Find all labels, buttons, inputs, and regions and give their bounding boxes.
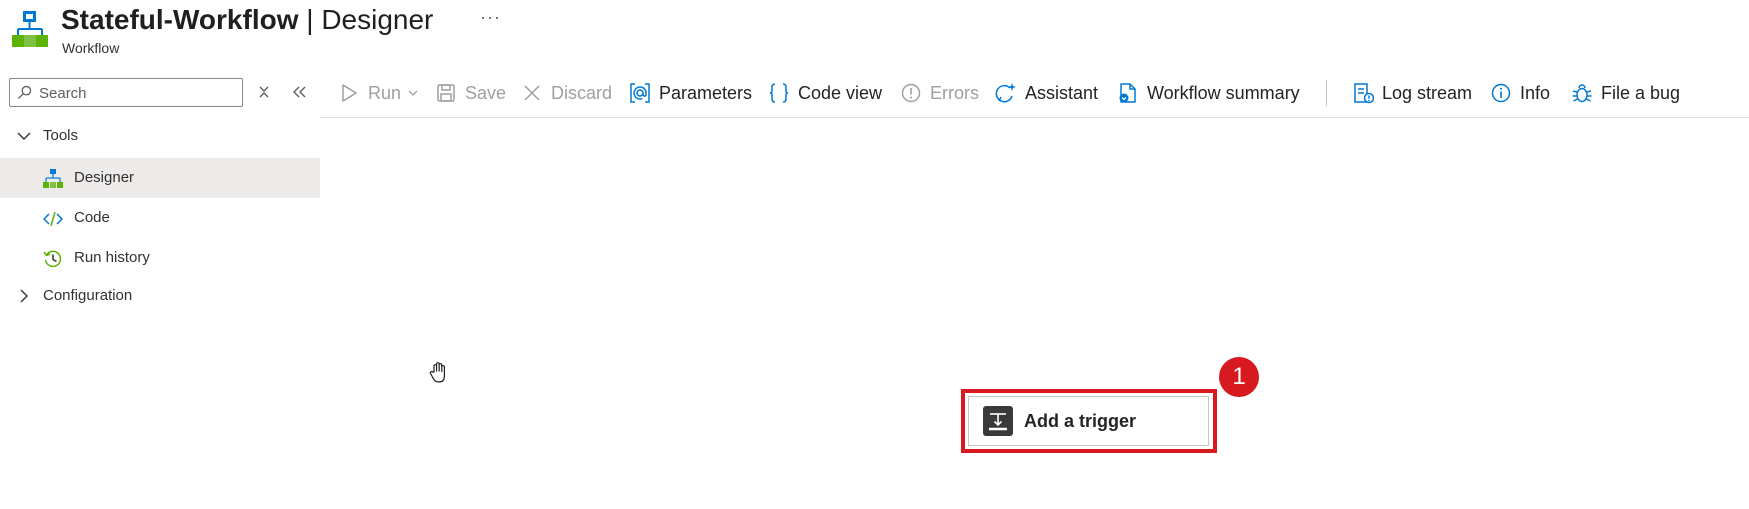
add-trigger-button[interactable]: Add a trigger — [968, 396, 1209, 446]
nav-group-configuration[interactable]: Configuration — [0, 278, 320, 314]
assistant-sparkle-icon — [995, 83, 1016, 103]
title-workflow-name: Stateful-Workflow — [61, 4, 299, 35]
sidebar-search-box[interactable] — [9, 78, 243, 107]
save-icon — [437, 84, 455, 102]
hand-cursor-icon — [429, 362, 445, 383]
page-subtitle: Workflow — [62, 40, 120, 56]
run-button-label: Run — [368, 82, 402, 103]
curly-braces-icon — [769, 83, 789, 103]
nav-group-tools[interactable]: Tools — [0, 118, 320, 154]
collapse-sidebar-icon[interactable] — [290, 82, 310, 102]
sidebar-item-label: Designer — [74, 169, 135, 186]
search-icon — [17, 85, 32, 100]
close-icon — [524, 85, 540, 101]
assistant-button-label: Assistant — [1025, 82, 1099, 103]
history-icon — [43, 250, 62, 268]
code-view-button[interactable]: Code view — [768, 80, 882, 106]
add-trigger-label: Add a trigger — [1024, 410, 1137, 431]
assistant-button[interactable]: Assistant — [995, 80, 1098, 106]
toolbar-divider — [1326, 80, 1327, 106]
error-icon — [901, 83, 921, 103]
file-bug-button[interactable]: File a bug — [1571, 80, 1680, 106]
chevron-down-icon — [408, 90, 418, 96]
nav-group-label: Tools — [43, 127, 79, 144]
nav-group-label: Configuration — [43, 287, 133, 304]
workflow-summary-button[interactable]: Workflow summary — [1117, 80, 1300, 106]
more-options-button[interactable]: ··· — [480, 7, 501, 28]
log-stream-button[interactable]: Log stream — [1352, 80, 1472, 106]
save-button[interactable]: Save — [435, 80, 506, 106]
collapse-all-icon[interactable] — [254, 82, 274, 102]
file-bug-button-label: File a bug — [1601, 82, 1681, 103]
trigger-icon — [983, 406, 1013, 436]
parameters-icon — [630, 83, 650, 103]
command-toolbar: Run Save Discard Parameters Code view Er… — [320, 70, 1749, 118]
play-icon — [342, 84, 357, 102]
page-header: Stateful-Workflow | Designer Workflow ··… — [0, 0, 1749, 62]
page-title: Stateful-Workflow | Designer — [61, 2, 433, 38]
parameters-button-label: Parameters — [659, 82, 753, 103]
info-button[interactable]: Info — [1490, 80, 1550, 106]
sidebar-item-label: Run history — [74, 249, 150, 266]
sidebar: Tools Designer Code Run history — [0, 70, 320, 509]
save-button-label: Save — [465, 82, 507, 103]
code-icon — [43, 211, 63, 227]
chevron-down-icon — [17, 132, 31, 140]
log-stream-icon — [1354, 83, 1374, 104]
document-summary-icon — [1119, 83, 1136, 103]
workflow-designer-icon — [43, 169, 63, 188]
sidebar-item-run-history[interactable]: Run history — [0, 238, 320, 278]
sidebar-item-code[interactable]: Code — [0, 198, 320, 238]
run-button[interactable]: Run — [338, 80, 419, 106]
workflow-summary-button-label: Workflow summary — [1147, 82, 1300, 103]
step-number-badge: 1 — [1219, 357, 1259, 397]
sidebar-item-label: Code — [74, 209, 110, 226]
info-button-label: Info — [1520, 82, 1551, 103]
sidebar-item-designer[interactable]: Designer — [0, 158, 320, 198]
title-section: Designer — [321, 4, 434, 35]
title-separator: | — [298, 4, 322, 35]
chevron-right-icon — [20, 289, 28, 303]
info-icon — [1491, 83, 1511, 103]
bug-icon — [1572, 84, 1592, 103]
parameters-button[interactable]: Parameters — [629, 80, 752, 106]
search-input[interactable] — [39, 82, 237, 104]
workflow-app-icon — [12, 11, 48, 47]
discard-button-label: Discard — [551, 82, 613, 103]
errors-button[interactable]: Errors — [900, 80, 979, 106]
log-stream-button-label: Log stream — [1382, 82, 1473, 103]
code-view-button-label: Code view — [798, 82, 883, 103]
errors-button-label: Errors — [930, 82, 979, 103]
discard-button[interactable]: Discard — [521, 80, 612, 106]
